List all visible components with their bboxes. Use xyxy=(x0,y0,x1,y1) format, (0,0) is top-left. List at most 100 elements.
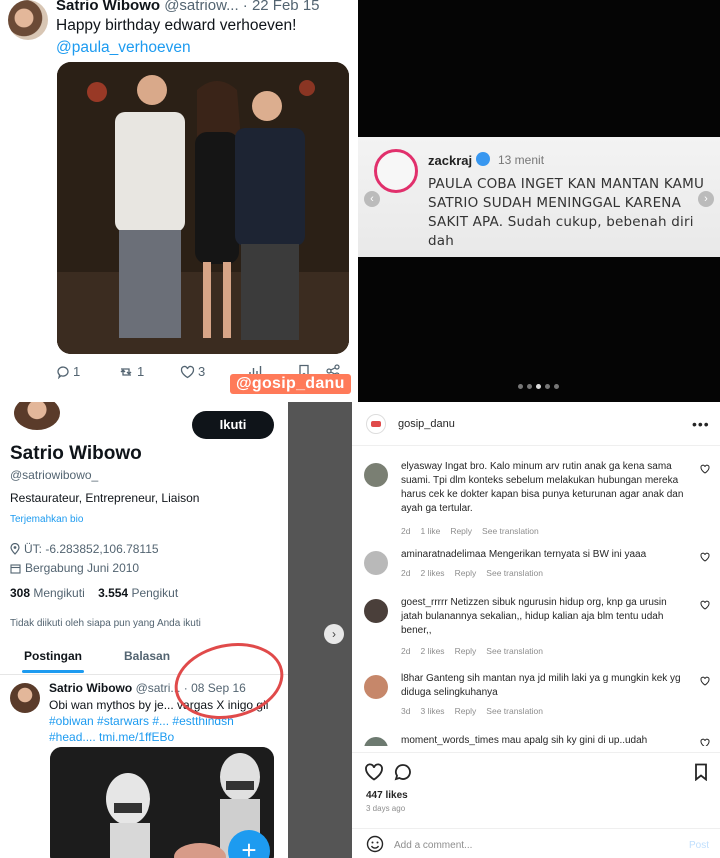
add-comment-bar: Add a comment... Post xyxy=(352,828,720,858)
chevron-right-icon[interactable]: › xyxy=(324,624,344,644)
location-pin-icon xyxy=(10,543,20,555)
comment-username[interactable]: moment_words_times xyxy=(401,735,499,746)
avatar[interactable] xyxy=(364,737,388,746)
avatar[interactable] xyxy=(366,414,386,434)
retweet-count: 1 xyxy=(137,364,145,379)
reply-button[interactable]: 1 xyxy=(56,364,80,379)
heart-icon[interactable] xyxy=(700,738,710,746)
comment-text: goest_rrrrr Netizzen sibuk ngurusin hidu… xyxy=(401,597,667,636)
profile-name: Satrio Wibowo xyxy=(10,443,142,464)
comment-likes[interactable]: 2 likes xyxy=(420,568,444,578)
chevron-left-icon[interactable]: ‹ xyxy=(364,191,380,207)
comment-screenshot-panel: zackraj 13 menit PAULA COBA INGET KAN MA… xyxy=(358,0,720,402)
avatar[interactable] xyxy=(374,149,418,193)
verified-icon xyxy=(476,152,490,166)
comment-likes[interactable]: 3 likes xyxy=(420,706,444,716)
comment-username[interactable]: goest_rrrrr xyxy=(401,597,448,608)
avatar[interactable] xyxy=(364,551,388,575)
avatar[interactable] xyxy=(364,599,388,623)
calendar-icon xyxy=(10,563,21,574)
comment-text: PAULA COBA INGET KAN MANTAN KAMU SATRIO … xyxy=(428,176,705,249)
likes-count[interactable]: 447 likes xyxy=(366,790,408,801)
reply-link[interactable]: Reply xyxy=(455,646,477,656)
like-count: 3 xyxy=(198,364,206,379)
instagram-comments-panel: gosip_danu ••• elyasway Ingat bro. Kalo … xyxy=(352,402,720,858)
emoji-icon[interactable] xyxy=(366,835,384,853)
profile-location: ÜT: -6.283852,106.78115 xyxy=(10,542,159,556)
heart-icon[interactable] xyxy=(700,464,710,474)
followers-link[interactable]: 3.554 Pengikut xyxy=(98,586,178,600)
see-translation-link[interactable]: See translation xyxy=(486,646,543,656)
heart-icon[interactable] xyxy=(364,763,384,781)
photo-three-people xyxy=(57,62,349,354)
comment-likes[interactable]: 1 like xyxy=(420,526,440,536)
watermark: @gosip_danu xyxy=(230,374,351,394)
carousel-dot xyxy=(554,384,559,389)
side-strip: › xyxy=(282,402,352,858)
profile-bio: Restaurateur, Entrepreneur, Liaison xyxy=(10,491,200,505)
carousel-dot xyxy=(518,384,523,389)
profile-handle: @satriowibowo_ xyxy=(10,468,99,482)
tweet-author-name[interactable]: Satrio Wibowo xyxy=(56,0,160,14)
comment-text: moment_words_times mau apalg sih ky gini… xyxy=(401,735,648,746)
account-name[interactable]: gosip_danu xyxy=(398,418,455,430)
avatar[interactable] xyxy=(364,675,388,699)
comment-age: 2d xyxy=(401,526,411,536)
heart-icon[interactable] xyxy=(700,600,710,610)
more-options-icon[interactable]: ••• xyxy=(692,416,710,432)
reply-link[interactable]: Reply xyxy=(450,526,472,536)
tab-replies[interactable]: Balasan xyxy=(124,649,170,663)
comment-age: 3d xyxy=(401,706,411,716)
add-comment-input[interactable]: Add a comment... xyxy=(394,840,472,851)
comment-card: zackraj 13 menit PAULA COBA INGET KAN MA… xyxy=(358,137,720,257)
tab-posts[interactable]: Postingan xyxy=(24,649,82,663)
comment-username[interactable]: aminaratnadelimaa xyxy=(401,549,486,560)
tweet-hashtags[interactable]: #head.... tmi.me/1ffEBo xyxy=(49,729,281,745)
posted-time: 3 days ago xyxy=(366,804,406,813)
comment-meta: 2d 2 likes Reply See translation xyxy=(401,646,553,656)
see-translation-link[interactable]: See translation xyxy=(482,526,539,536)
following-link[interactable]: 308 Mengikuti xyxy=(10,586,85,600)
follow-button[interactable]: Ikuti xyxy=(192,411,274,439)
avatar[interactable] xyxy=(8,0,48,40)
reply-link[interactable]: Reply xyxy=(455,568,477,578)
comment-username[interactable]: elyasway xyxy=(401,461,442,472)
collage: Satrio Wibowo @satriow... · 22 Feb 15 Ha… xyxy=(0,0,720,858)
heart-icon[interactable] xyxy=(700,676,710,686)
reply-count: 1 xyxy=(73,364,81,379)
comment-meta: 3d 3 likes Reply See translation xyxy=(401,706,553,716)
carousel-dot xyxy=(545,384,550,389)
profile-stats: 308 Mengikuti 3.554 Pengikut xyxy=(10,586,178,600)
carousel-dot xyxy=(527,384,532,389)
post-comment-button[interactable]: Post xyxy=(689,840,709,851)
comment-age: 2d xyxy=(401,646,411,656)
comment-list: elyasway Ingat bro. Kalo minum arv rutin… xyxy=(352,448,720,746)
avatar[interactable] xyxy=(10,683,40,713)
comment-likes[interactable]: 2 likes xyxy=(420,646,444,656)
avatar[interactable] xyxy=(14,402,60,430)
retweet-button[interactable]: 1 xyxy=(118,364,144,379)
carousel-dots xyxy=(518,384,559,389)
tweet-mention-link[interactable]: @paula_verhoeven xyxy=(56,37,296,59)
see-translation-link[interactable]: See translation xyxy=(486,706,543,716)
carousel-dot-active xyxy=(536,384,541,389)
comment-username[interactable]: zackraj xyxy=(428,153,472,168)
comment-text: aminaratnadelimaa Mengerikan ternyata si… xyxy=(401,549,647,560)
tweet-hashtags[interactable]: #obiwan #starwars #... #estthindsh xyxy=(49,713,281,729)
avatar[interactable] xyxy=(364,463,388,487)
comment-icon[interactable] xyxy=(394,763,412,781)
location-text: ÜT: -6.283852,106.78115 xyxy=(24,542,159,556)
chevron-right-icon[interactable]: › xyxy=(698,191,714,207)
translate-bio-link[interactable]: Terjemahkan bio xyxy=(10,514,83,525)
comment-meta: 2d 1 like Reply See translation xyxy=(401,526,549,536)
see-translation-link[interactable]: See translation xyxy=(486,568,543,578)
tweet-author-name[interactable]: Satrio Wibowo xyxy=(49,681,132,695)
like-button[interactable]: 3 xyxy=(180,364,205,379)
reply-icon xyxy=(56,365,70,379)
bookmark-icon[interactable] xyxy=(694,763,708,781)
comment-text: elyasway Ingat bro. Kalo minum arv rutin… xyxy=(401,461,684,514)
tweet-photo[interactable] xyxy=(57,62,349,354)
heart-icon[interactable] xyxy=(700,552,710,562)
reply-link[interactable]: Reply xyxy=(455,706,477,716)
comment-username[interactable]: l8har xyxy=(401,673,423,684)
